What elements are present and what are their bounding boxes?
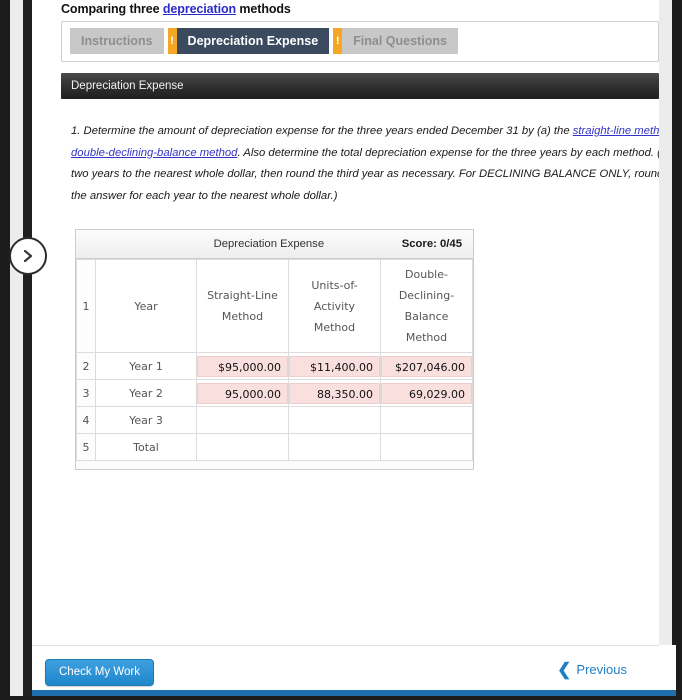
tab-alert-icon-2: ! <box>333 28 343 54</box>
cell-total-double-declining[interactable] <box>380 433 473 461</box>
cell-input[interactable]: $11,400.00 <box>289 355 380 377</box>
table-row: 2 Year 1 $95,000.00 $11,400.00 $207,046.… <box>76 352 473 380</box>
cell-input[interactable] <box>197 437 288 458</box>
cell-input[interactable]: 88,350.00 <box>289 382 380 404</box>
section-header-label: Depreciation Expense <box>71 80 184 92</box>
header-double-declining: Double-Declining-Balance Method <box>380 259 473 353</box>
cell-year3-double-declining[interactable] <box>380 406 473 434</box>
cell-year2-straight-line[interactable]: 95,000.00 <box>196 379 289 407</box>
previous-button[interactable]: ❮ Previous <box>557 661 627 678</box>
row-label-total: Total <box>95 433 197 461</box>
row-number-5: 5 <box>76 433 96 461</box>
row-label-year-1: Year 1 <box>95 352 197 380</box>
cell-year1-double-declining[interactable]: $207,046.00 <box>380 352 473 380</box>
page-left-margin <box>32 0 61 700</box>
tab-bar: Instructions ! Depreciation Expense ! Fi… <box>61 21 659 62</box>
assignment-page: Comparing three depreciation methods Ins… <box>32 0 659 700</box>
tab-final-questions[interactable]: ! Final Questions <box>333 28 458 54</box>
cell-input[interactable] <box>381 437 472 458</box>
cell-input[interactable] <box>289 410 380 431</box>
tab-instructions[interactable]: Instructions <box>70 28 164 54</box>
cell-total-straight-line[interactable] <box>196 433 289 461</box>
expand-panel-button[interactable] <box>9 237 47 275</box>
row-number-4: 4 <box>76 406 96 434</box>
instructions-line-2: double-declining-balance method. Also de… <box>71 143 659 165</box>
cell-input[interactable] <box>289 437 380 458</box>
check-my-work-button[interactable]: Check My Work <box>45 659 154 686</box>
previous-button-label: Previous <box>576 662 627 677</box>
cell-input[interactable] <box>197 410 288 431</box>
straight-line-method-link[interactable]: straight-line method <box>573 125 659 137</box>
double-declining-balance-method-link[interactable]: double-declining-balance method <box>71 147 237 159</box>
chevron-right-icon <box>20 248 36 264</box>
check-my-work-button-label: Check My Work <box>59 666 140 678</box>
cell-year3-straight-line[interactable] <box>196 406 289 434</box>
cell-year3-units-of-activity[interactable] <box>288 406 381 434</box>
row-label-year-3: Year 3 <box>95 406 197 434</box>
header-straight-line: Straight-Line Method <box>196 259 289 353</box>
header-units-of-activity: Units-of-Activity Method <box>288 259 381 353</box>
cell-input[interactable]: 95,000.00 <box>197 382 288 404</box>
page-content: Comparing three depreciation methods Ins… <box>61 0 659 470</box>
instructions-line-3: two years to the nearest whole dollar, t… <box>71 168 659 180</box>
depreciation-table-panel: Depreciation Expense Score: 0/45 1 Year … <box>75 229 474 470</box>
window-right-gutter <box>659 0 672 700</box>
cell-year1-straight-line[interactable]: $95,000.00 <box>196 352 289 380</box>
cell-input[interactable]: $95,000.00 <box>197 355 288 377</box>
tab-final-questions-label: Final Questions <box>353 34 447 48</box>
cell-year2-units-of-activity[interactable]: 88,350.00 <box>288 379 381 407</box>
header-year: Year <box>95 259 197 353</box>
cell-total-units-of-activity[interactable] <box>288 433 381 461</box>
table-row: 4 Year 3 <box>76 406 473 434</box>
window-left-edge <box>0 0 10 700</box>
bottom-toolbar: Check My Work ❮ Previous <box>32 645 659 690</box>
tab-depreciation-expense[interactable]: ! Depreciation Expense <box>167 28 330 54</box>
window-right-edge <box>672 0 682 700</box>
page-title: Comparing three depreciation methods <box>61 0 659 21</box>
cell-year2-double-declining[interactable]: 69,029.00 <box>380 379 473 407</box>
tab-depreciation-expense-label: Depreciation Expense <box>187 34 319 48</box>
page-title-suffix: methods <box>236 2 291 16</box>
row-number-2: 2 <box>76 352 96 380</box>
instructions-text-2a: . Also determine the total depreciation … <box>237 146 659 159</box>
window-left-divider <box>23 0 32 700</box>
cell-input[interactable]: 69,029.00 <box>381 382 472 404</box>
tab-instructions-label: Instructions <box>81 34 153 48</box>
depreciation-link[interactable]: depreciation <box>163 2 236 16</box>
chevron-left-icon: ❮ <box>557 660 572 679</box>
window-bottom-edge <box>0 696 682 700</box>
table-row: 5 Total <box>76 433 473 461</box>
cell-input[interactable]: $207,046.00 <box>381 355 472 377</box>
toolbar-right-cap <box>659 645 676 690</box>
tab-alert-icon-1: ! <box>167 28 177 54</box>
cell-input[interactable] <box>381 410 472 431</box>
page-title-prefix: Comparing three <box>61 2 163 16</box>
instructions-block: 1. Determine the amount of depreciation … <box>61 121 659 207</box>
window-left-gutter <box>10 0 23 700</box>
instructions-text-1a: 1. Determine the amount of depreciation … <box>71 125 573 137</box>
score-label: Score: 0/45 <box>401 238 462 250</box>
table-title: Depreciation Expense <box>213 238 325 250</box>
section-header: Depreciation Expense <box>61 73 659 99</box>
instructions-line-4: the answer for each year to the nearest … <box>71 189 338 202</box>
table-row: 3 Year 2 95,000.00 88,350.00 69,029.00 <box>76 379 473 407</box>
row-label-year-2: Year 2 <box>95 379 197 407</box>
table-title-row: Depreciation Expense Score: 0/45 <box>76 230 473 259</box>
depreciation-table: 1 Year Straight-Line Method Units-of-Act… <box>76 259 473 461</box>
table-header-row: 1 Year Straight-Line Method Units-of-Act… <box>76 259 473 353</box>
instructions-line-1: 1. Determine the amount of depreciation … <box>71 121 659 143</box>
row-number-1: 1 <box>76 259 96 353</box>
cell-year1-units-of-activity[interactable]: $11,400.00 <box>288 352 381 380</box>
row-number-3: 3 <box>76 379 96 407</box>
app-screenshot: Comparing three depreciation methods Ins… <box>0 0 682 700</box>
